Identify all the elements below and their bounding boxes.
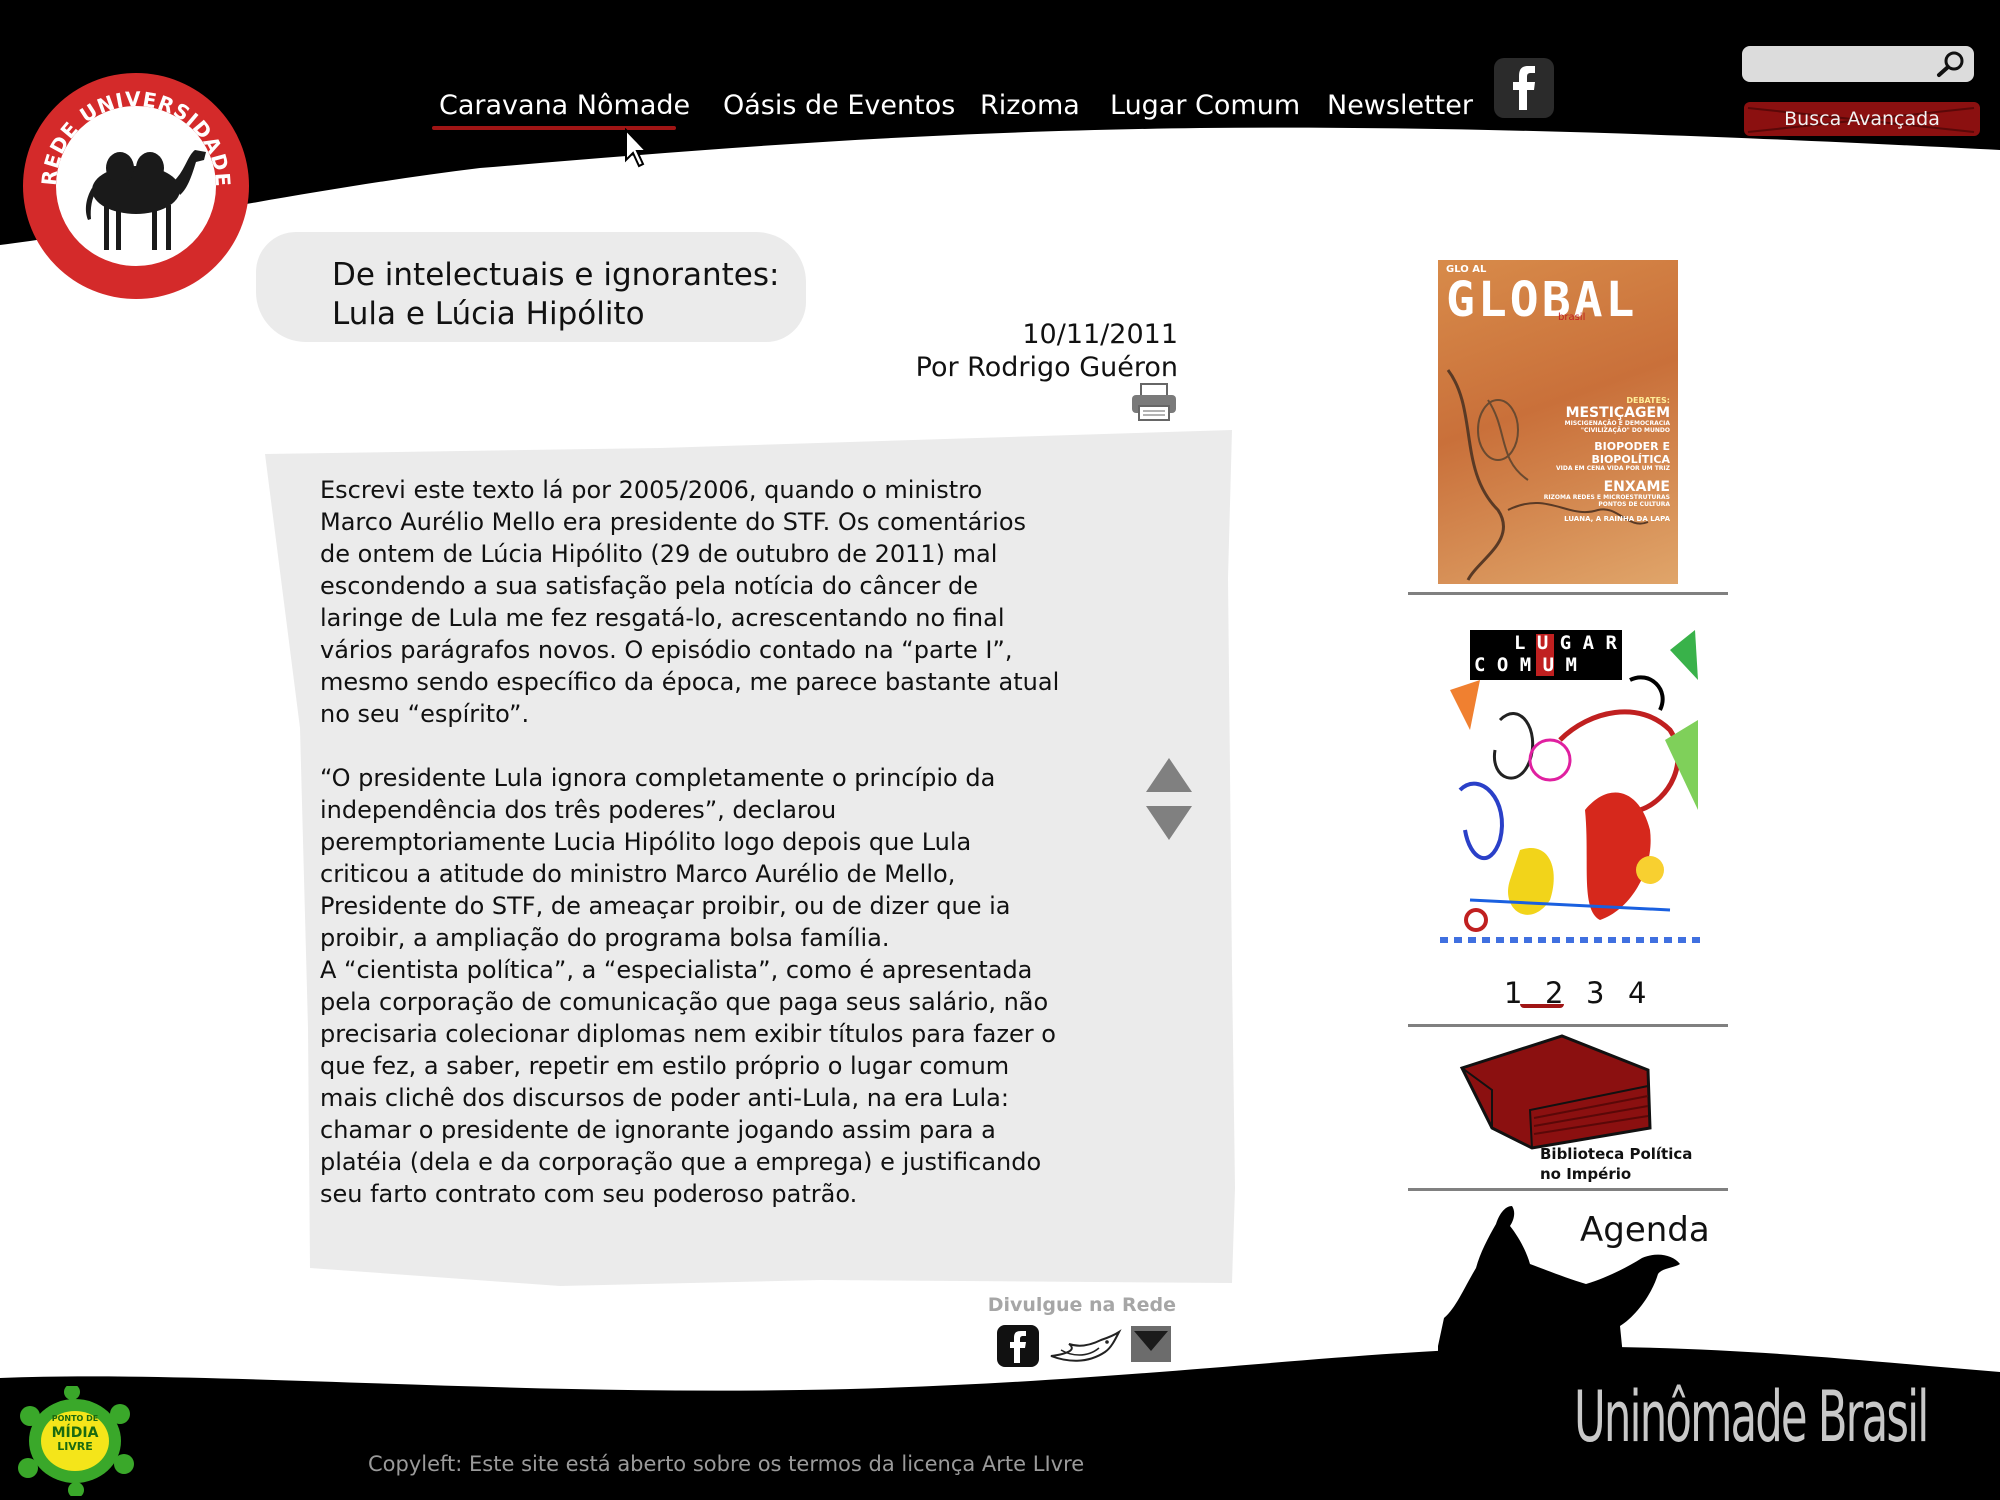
nav-caravana-nomade[interactable]: Caravana Nômade xyxy=(439,90,690,121)
article-author: Por Rodrigo Guéron xyxy=(915,352,1178,383)
biblioteca-link[interactable]: Biblioteca Política no Império xyxy=(1452,1030,1712,1190)
scroll-up-icon[interactable] xyxy=(1144,756,1194,794)
copyleft-notice: Copyleft: Este site está aberto sobre os… xyxy=(368,1452,1085,1476)
article-title-line2: Lula e Lúcia Hipólito xyxy=(332,296,645,332)
advanced-search-label: Busca Avançada xyxy=(1784,108,1940,130)
sidebar-divider-2 xyxy=(1408,1024,1728,1027)
advanced-search-button[interactable]: Busca Avançada xyxy=(1744,102,1980,136)
site-logo[interactable]: REDE UNIVERSIDADE NÔMADE xyxy=(10,51,252,302)
article-date: 10/11/2011 xyxy=(1022,319,1178,350)
share-facebook-icon[interactable] xyxy=(997,1325,1039,1367)
article-title: De intelectuais e ignorantes: Lula e Lúc… xyxy=(332,256,779,334)
search-input[interactable] xyxy=(1752,50,1924,78)
page-active-indicator xyxy=(1520,1004,1564,1008)
article-paragraph-2: “O presidente Lula ignora completamente … xyxy=(320,764,1011,952)
mouse-cursor-icon xyxy=(625,128,648,168)
share-label: Divulgue na Rede xyxy=(987,1294,1176,1316)
book-icon xyxy=(1459,1034,1652,1150)
page-link-4[interactable]: 4 xyxy=(1628,976,1646,1010)
biblioteca-label: Biblioteca Política no Império xyxy=(1540,1145,1693,1183)
agenda-label[interactable]: Agenda xyxy=(1580,1210,1710,1250)
ponto-midia-text: PONTO DE MÍDIA LIVRE xyxy=(51,1414,99,1453)
nav-lugar-comum[interactable]: Lugar Comum xyxy=(1110,90,1300,121)
search-box xyxy=(1742,46,1974,82)
share-email-icon[interactable] xyxy=(1130,1325,1172,1363)
print-icon[interactable] xyxy=(1130,382,1178,422)
nav-oasis-de-eventos[interactable]: Oásis de Eventos xyxy=(723,90,955,121)
footer-brand[interactable]: Uninômade Brasil xyxy=(1574,1376,1929,1458)
ponto-midia-livre-logo[interactable]: PONTO DE MÍDIA LIVRE xyxy=(16,1384,134,1498)
nav-newsletter[interactable]: Newsletter xyxy=(1327,90,1473,121)
global-title: GLOBAL xyxy=(1446,272,1638,328)
scroll-down-icon[interactable] xyxy=(1144,804,1194,842)
article-body: Escrevi este texto lá por 2005/2006, qua… xyxy=(320,474,1060,1242)
nav-rizoma[interactable]: Rizoma xyxy=(980,90,1080,121)
lugar-comum-cover[interactable]: L U G A R C O M U M xyxy=(1440,610,1700,966)
article-paragraph-3: A “cientista política”, a “especialista”… xyxy=(320,956,1056,1208)
article-meta: 10/11/2011 Por Rodrigo Guéron xyxy=(780,318,1178,384)
share-bird-icon[interactable] xyxy=(1047,1322,1123,1370)
global-brasil-label: brasil xyxy=(1558,312,1586,323)
global-debates: DEBATES: MESTIÇAGEM MISCIGENAÇÃO E DEMOC… xyxy=(1543,396,1670,524)
search-icon[interactable] xyxy=(1936,50,1966,78)
facebook-icon[interactable] xyxy=(1494,58,1554,118)
lugar-comum-title: L U G A R C O M U M xyxy=(1474,632,1617,676)
sidebar-divider-3 xyxy=(1408,1188,1728,1191)
article-paragraph-1: Escrevi este texto lá por 2005/2006, qua… xyxy=(320,476,1060,728)
global-magazine-cover[interactable]: GLO AL GLOBAL brasil DEBATES: MESTIÇAGEM… xyxy=(1438,260,1678,584)
page-link-3[interactable]: 3 xyxy=(1586,976,1604,1010)
article-title-line1: De intelectuais e ignorantes: xyxy=(332,257,780,293)
sidebar-divider-1 xyxy=(1408,592,1728,595)
